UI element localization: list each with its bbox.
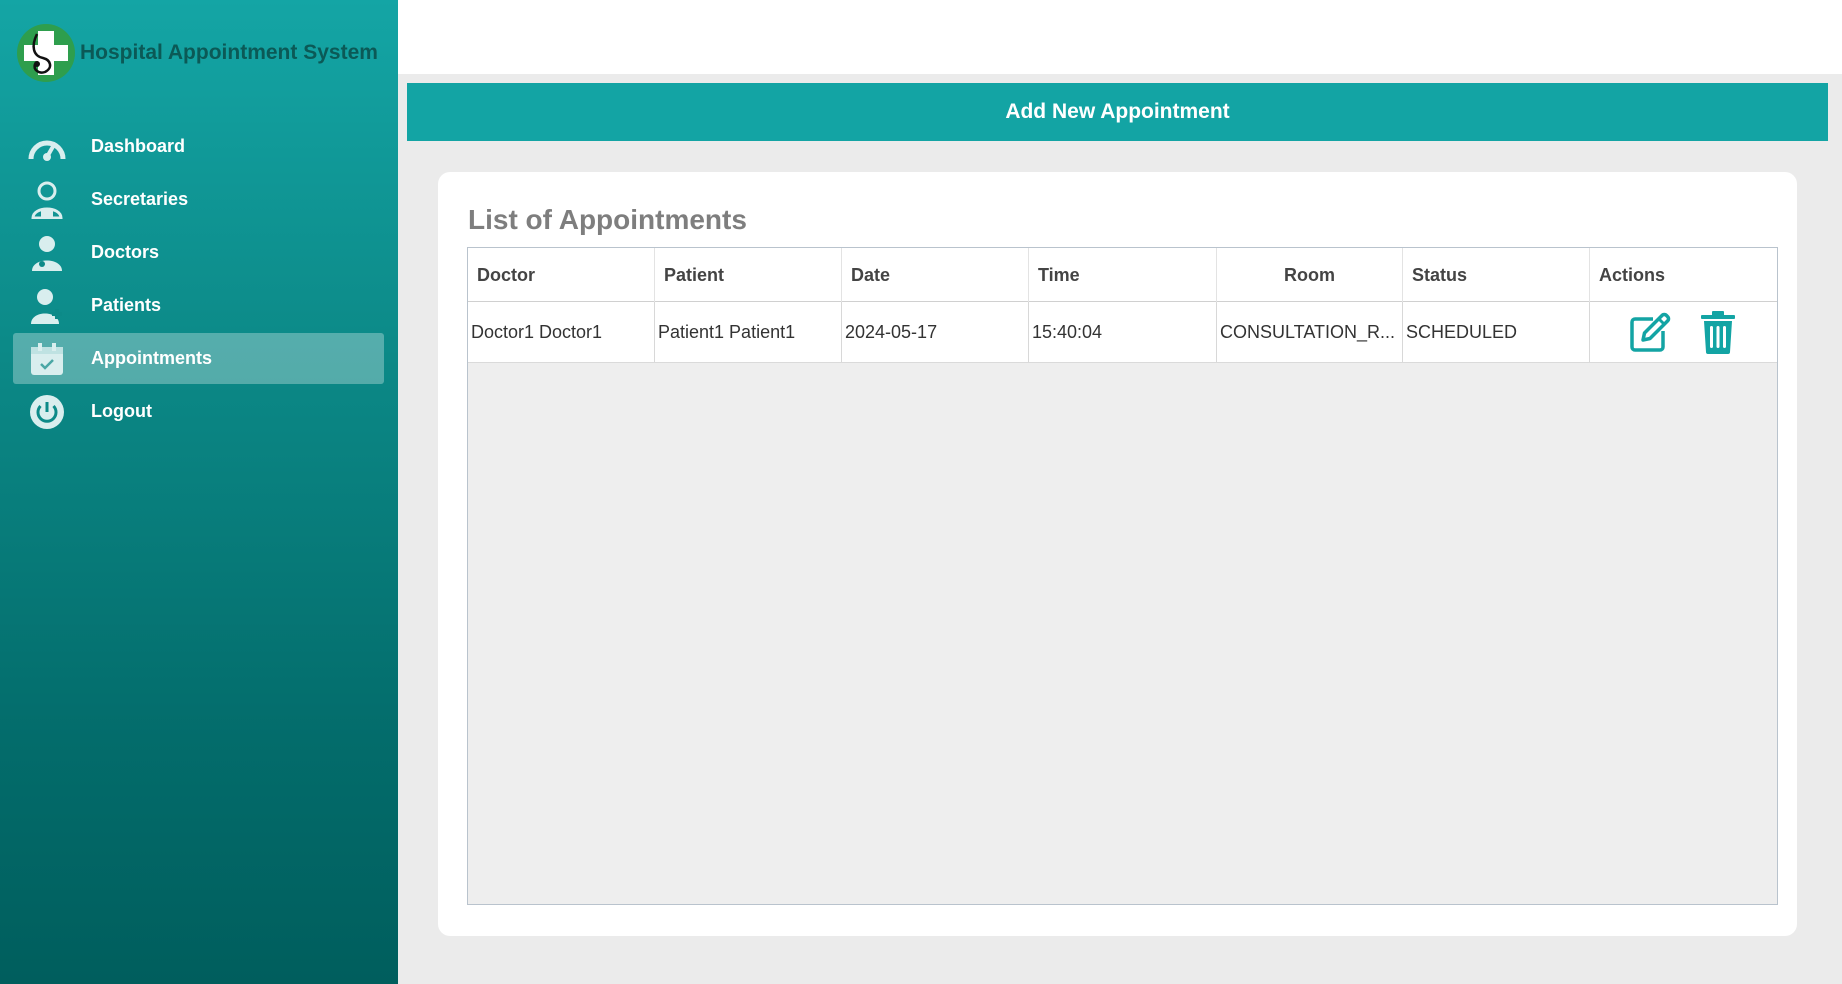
sidebar-item-label: Secretaries: [91, 189, 189, 209]
add-appointment-button[interactable]: Add New Appointment: [407, 83, 1828, 141]
page-title: List of Appointments: [468, 204, 747, 235]
hospital-logo-icon: [17, 24, 75, 82]
sidebar: Hospital Appointment System Dashboard Se…: [0, 0, 398, 984]
sidebar-item-logout[interactable]: Logout: [13, 386, 384, 437]
column-header-status[interactable]: Status: [1403, 248, 1590, 302]
secretary-icon: [27, 180, 67, 220]
cell-date: 2024-05-17: [842, 302, 1029, 362]
column-header-date[interactable]: Date: [842, 248, 1029, 302]
trash-icon[interactable]: [1696, 310, 1740, 354]
edit-icon[interactable]: [1628, 310, 1672, 354]
sidebar-item-label: Appointments: [91, 348, 212, 368]
patient-icon: [27, 286, 67, 326]
gauge-icon: [27, 127, 67, 167]
doctor-icon: [27, 233, 67, 273]
sidebar-item-appointments[interactable]: Appointments: [13, 333, 384, 384]
appointments-card: List of Appointments Doctor Patient Date…: [438, 172, 1797, 936]
column-header-time[interactable]: Time: [1029, 248, 1217, 302]
sidebar-item-secretaries[interactable]: Secretaries: [13, 174, 384, 225]
sidebar-item-dashboard[interactable]: Dashboard: [13, 121, 384, 172]
cell-time: 15:40:04: [1029, 302, 1217, 362]
appointments-table: Doctor Patient Date Time Room Status Act…: [467, 247, 1778, 905]
cell-room: CONSULTATION_R...: [1217, 302, 1403, 362]
cell-actions: [1590, 302, 1777, 362]
brand: Hospital Appointment System: [17, 23, 397, 83]
sidebar-item-patients[interactable]: Patients: [13, 280, 384, 331]
top-bar: [398, 0, 1842, 74]
column-header-room[interactable]: Room: [1217, 248, 1403, 302]
table-row[interactable]: Doctor1 Doctor1 Patient1 Patient1 2024-0…: [468, 302, 1777, 363]
cell-doctor: Doctor1 Doctor1: [468, 302, 655, 362]
column-header-patient[interactable]: Patient: [655, 248, 842, 302]
calendar-check-icon: [27, 339, 67, 379]
sidebar-nav: Dashboard Secretaries Doctors Patients A…: [13, 121, 384, 439]
table-header: Doctor Patient Date Time Room Status Act…: [468, 248, 1777, 302]
sidebar-item-label: Patients: [91, 295, 162, 315]
column-header-actions[interactable]: Actions: [1590, 248, 1777, 302]
main-content: Add New Appointment List of Appointments…: [398, 74, 1842, 984]
sidebar-item-doctors[interactable]: Doctors: [13, 227, 384, 278]
sidebar-item-label: Dashboard: [91, 136, 186, 156]
app-title: Hospital Appointment System: [80, 41, 378, 64]
sidebar-item-label: Doctors: [91, 242, 160, 262]
sidebar-item-label: Logout: [91, 401, 152, 421]
cell-status: SCHEDULED: [1403, 302, 1590, 362]
column-header-doctor[interactable]: Doctor: [468, 248, 655, 302]
power-icon: [27, 392, 67, 432]
cell-patient: Patient1 Patient1: [655, 302, 842, 362]
